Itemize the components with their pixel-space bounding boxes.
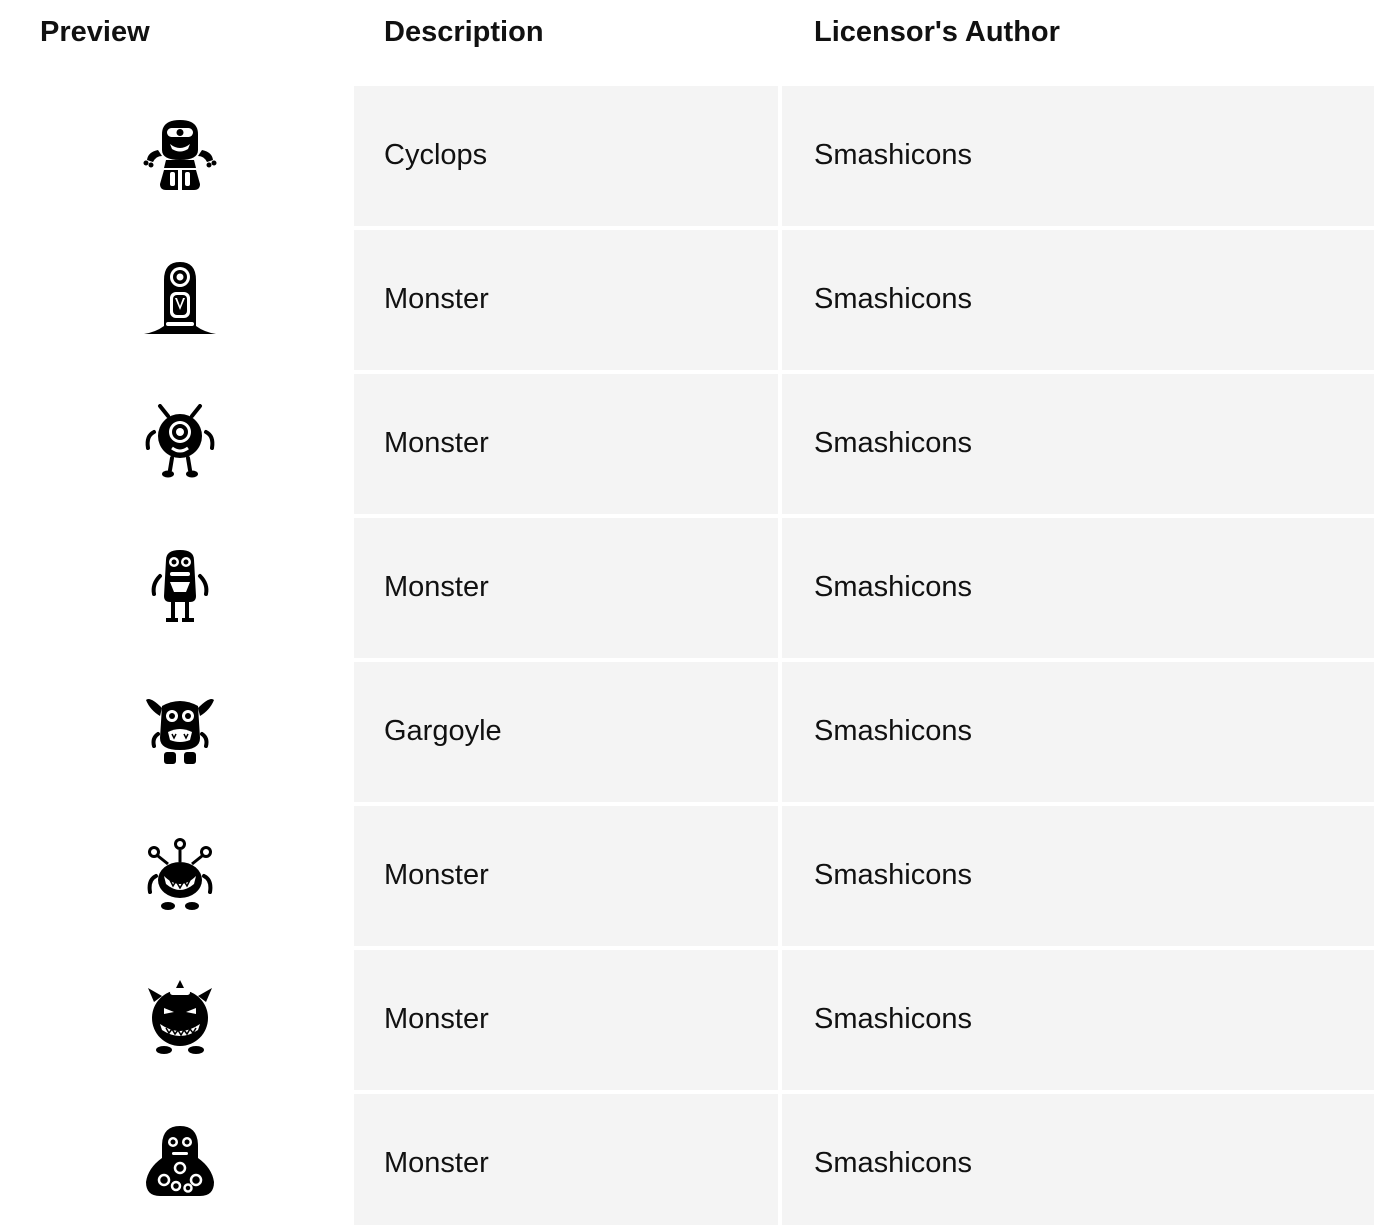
- table-row: Monster Smashicons: [0, 230, 1374, 370]
- description-cell: Monster: [354, 950, 778, 1090]
- cyclops-icon: [140, 116, 220, 196]
- preview-cell: [0, 230, 352, 370]
- description-cell: Cyclops: [354, 86, 778, 226]
- author-cell: Smashicons: [782, 662, 1374, 802]
- author-cell: Smashicons: [782, 806, 1374, 946]
- description-cell: Monster: [354, 1094, 778, 1225]
- author-cell: Smashicons: [782, 950, 1374, 1090]
- description-text: Monster: [384, 1003, 489, 1035]
- monster-icon: [140, 404, 220, 484]
- table-row: Monster Smashicons: [0, 1094, 1374, 1225]
- table-row: Monster Smashicons: [0, 518, 1374, 658]
- column-header-author: Licensor's Author: [814, 16, 1060, 48]
- description-text: Monster: [384, 859, 489, 891]
- description-text: Gargoyle: [384, 715, 502, 747]
- table-row: Monster Smashicons: [0, 806, 1374, 946]
- author-text: Smashicons: [814, 427, 972, 459]
- monster-icon: [140, 260, 220, 340]
- description-text: Monster: [384, 283, 489, 315]
- author-text: Smashicons: [814, 715, 972, 747]
- description-text: Monster: [384, 427, 489, 459]
- author-cell: Smashicons: [782, 230, 1374, 370]
- author-text: Smashicons: [814, 139, 972, 171]
- column-header-description: Description: [384, 16, 544, 48]
- author-text: Smashicons: [814, 283, 972, 315]
- table-header: Preview Description Licensor's Author: [0, 0, 1374, 86]
- description-cell: Monster: [354, 374, 778, 514]
- preview-cell: [0, 662, 352, 802]
- preview-cell: [0, 950, 352, 1090]
- description-cell: Monster: [354, 518, 778, 658]
- author-text: Smashicons: [814, 1003, 972, 1035]
- table-row: Cyclops Smashicons: [0, 86, 1374, 226]
- monster-icon: [140, 980, 220, 1060]
- description-cell: Monster: [354, 806, 778, 946]
- monster-icon: [140, 548, 220, 628]
- description-text: Monster: [384, 571, 489, 603]
- license-table: Preview Description Licensor's Author Cy…: [0, 0, 1374, 1225]
- preview-cell: [0, 518, 352, 658]
- preview-cell: [0, 374, 352, 514]
- author-cell: Smashicons: [782, 1094, 1374, 1225]
- monster-icon: [140, 1124, 220, 1204]
- table-row: Gargoyle Smashicons: [0, 662, 1374, 802]
- author-text: Smashicons: [814, 859, 972, 891]
- description-text: Monster: [384, 1147, 489, 1179]
- description-text: Cyclops: [384, 139, 488, 171]
- author-cell: Smashicons: [782, 518, 1374, 658]
- description-cell: Monster: [354, 230, 778, 370]
- monster-icon: [140, 836, 220, 916]
- author-text: Smashicons: [814, 1147, 972, 1179]
- description-cell: Gargoyle: [354, 662, 778, 802]
- preview-cell: [0, 806, 352, 946]
- table-row: Monster Smashicons: [0, 950, 1374, 1090]
- gargoyle-icon: [140, 692, 220, 772]
- author-cell: Smashicons: [782, 374, 1374, 514]
- column-header-preview: Preview: [40, 16, 150, 48]
- table-row: Monster Smashicons: [0, 374, 1374, 514]
- author-text: Smashicons: [814, 571, 972, 603]
- preview-cell: [0, 1094, 352, 1225]
- preview-cell: [0, 86, 352, 226]
- author-cell: Smashicons: [782, 86, 1374, 226]
